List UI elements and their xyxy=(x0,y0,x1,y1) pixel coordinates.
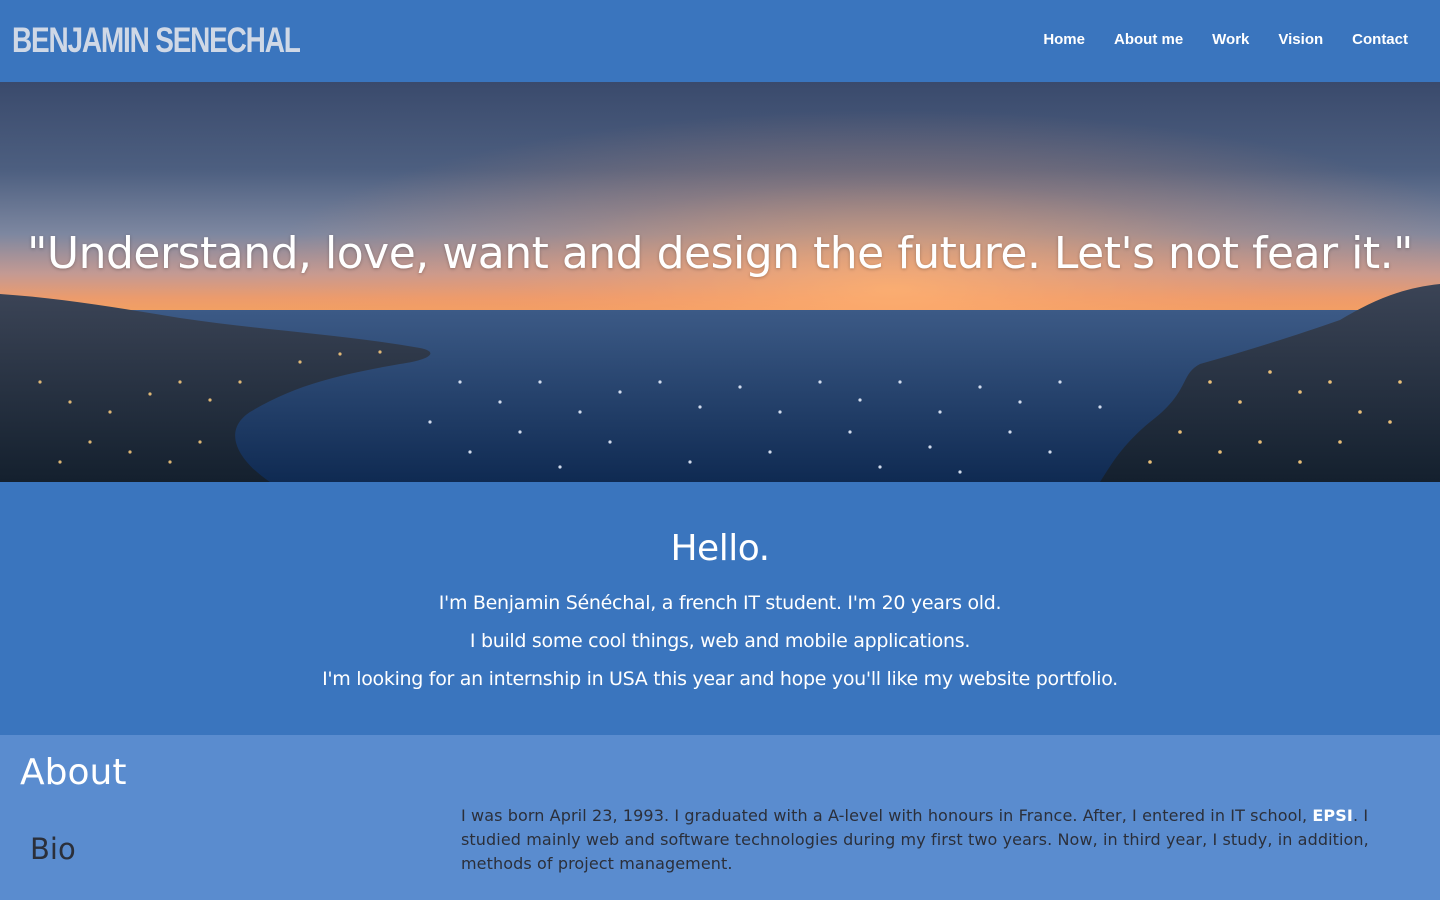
bio-title: Bio xyxy=(30,832,76,866)
hello-line-1: I'm Benjamin Sénéchal, a french IT stude… xyxy=(438,592,1002,614)
nav-about-link[interactable]: About me xyxy=(1114,30,1183,50)
site-logo[interactable]: BENJAMIN SENECHAL xyxy=(12,18,301,64)
hero-quote: "Understand, love, want and design the f… xyxy=(27,228,1413,279)
epsi-link[interactable]: EPSI xyxy=(1312,806,1353,825)
hello-line-2: I build some cool things, web and mobile… xyxy=(469,630,971,652)
nav-vision-link[interactable]: Vision xyxy=(1278,30,1323,50)
hello-title: Hello. xyxy=(670,528,770,569)
main-nav: Home About me Work Vision Contact xyxy=(1043,30,1408,50)
nav-contact-link[interactable]: Contact xyxy=(1352,30,1408,50)
hello-line-3: I'm looking for an internship in USA thi… xyxy=(322,668,1118,690)
bio-paragraph: I was born April 23, 1993. I graduated w… xyxy=(461,804,1411,876)
site-header: BENJAMIN SENECHAL Home About me Work Vis… xyxy=(0,0,1440,82)
hero-landscape-image xyxy=(0,82,1440,482)
bio-text-start: I was born April 23, 1993. I graduated w… xyxy=(461,806,1313,825)
hero-banner: "Understand, love, want and design the f… xyxy=(0,82,1440,482)
about-title: About xyxy=(20,752,127,793)
about-section: About Bio I was born April 23, 1993. I g… xyxy=(0,735,1440,900)
hello-section: Hello. I'm Benjamin Sénéchal, a french I… xyxy=(0,482,1440,735)
nav-work-link[interactable]: Work xyxy=(1212,30,1249,50)
nav-home-link[interactable]: Home xyxy=(1043,30,1085,50)
